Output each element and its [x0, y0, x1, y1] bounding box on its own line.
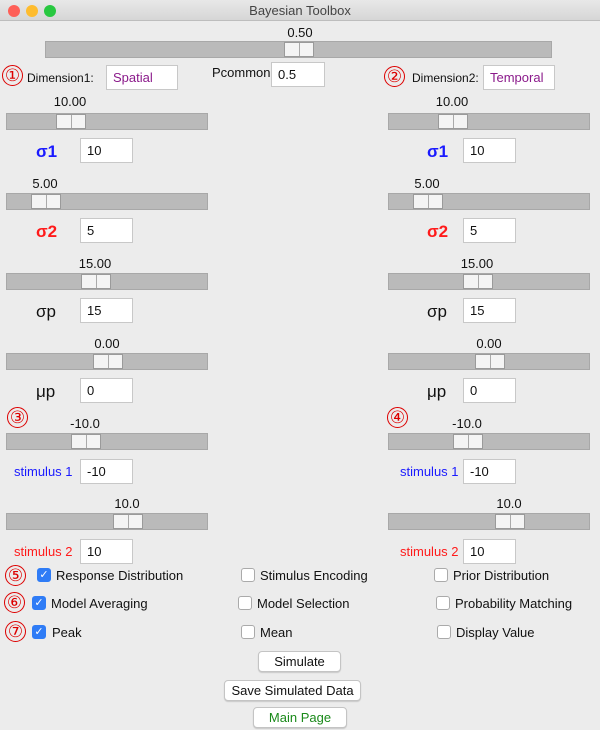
model-averaging-label: Model Averaging [51, 596, 148, 611]
stimulus2-input[interactable]: 10 [80, 539, 133, 564]
sigmap-slider[interactable] [6, 273, 208, 290]
sigmap-slider[interactable] [388, 273, 590, 290]
stimulus2-label: stimulus 2 [400, 544, 459, 559]
sigma2-label: σ2 [427, 222, 449, 241]
sigmap-input[interactable]: 15 [80, 298, 133, 323]
mup-slider-value: 0.00 [476, 336, 502, 351]
mup-slider[interactable] [388, 353, 590, 370]
sigma2-slider-value: 5.00 [32, 176, 58, 191]
slider-thumb[interactable] [475, 354, 505, 369]
marker-3: ③ [7, 407, 28, 428]
mean-label: Mean [260, 625, 293, 640]
slider-thumb[interactable] [81, 274, 111, 289]
slider-thumb[interactable] [93, 354, 123, 369]
sigma1-slider[interactable] [388, 113, 590, 130]
marker-6: ⑥ [4, 592, 25, 613]
simulate-button[interactable]: Simulate [258, 651, 341, 672]
sigmap-slider-value: 15.00 [78, 256, 112, 271]
stimulus1-slider[interactable] [6, 433, 208, 450]
sigma2-slider[interactable] [6, 193, 208, 210]
slider-thumb[interactable] [31, 194, 61, 209]
save-simulated-data-button[interactable]: Save Simulated Data [224, 680, 361, 701]
dimension1-column: 10.00 σ1 10 5.00 σ2 5 15.00 σp 15 0.00 μ… [0, 0, 220, 730]
mup-input[interactable]: 0 [80, 378, 133, 403]
model-selection-label: Model Selection [257, 596, 350, 611]
slider-thumb[interactable] [113, 514, 143, 529]
slider-thumb[interactable] [453, 434, 483, 449]
mup-slider[interactable] [6, 353, 208, 370]
sigma1-slider-value: 10.00 [53, 94, 87, 109]
mean-checkbox[interactable] [241, 625, 255, 639]
stimulus2-label: stimulus 2 [14, 544, 73, 559]
sigma2-slider[interactable] [388, 193, 590, 210]
slider-thumb[interactable] [495, 514, 525, 529]
probability-matching-checkbox[interactable] [436, 596, 450, 610]
peak-label: Peak [52, 625, 82, 640]
pcommon-input[interactable]: 0.5 [271, 62, 325, 87]
stimulus2-input[interactable]: 10 [463, 539, 516, 564]
stimulus1-slider-value: -10.0 [70, 416, 100, 431]
stimulus1-label: stimulus 1 [400, 464, 459, 479]
stimulus1-input[interactable]: -10 [463, 459, 516, 484]
sigma2-label: σ2 [36, 222, 58, 241]
prior-distribution-checkbox[interactable] [434, 568, 448, 582]
stimulus2-slider-value: 10.0 [496, 496, 522, 511]
probability-matching-label: Probability Matching [455, 596, 573, 611]
marker-7: ⑦ [5, 621, 26, 642]
sigmap-label: σp [427, 302, 447, 321]
display-value-label: Display Value [456, 625, 535, 640]
sigma1-label: σ1 [36, 142, 58, 161]
mup-label: μp [36, 382, 56, 401]
model-averaging-checkbox[interactable]: ✓ [32, 596, 46, 610]
stimulus2-slider[interactable] [6, 513, 208, 530]
sigma1-input[interactable]: 10 [463, 138, 516, 163]
stimulus2-slider[interactable] [388, 513, 590, 530]
slider-thumb[interactable] [56, 114, 86, 129]
slider-thumb[interactable] [438, 114, 468, 129]
slider-thumb[interactable] [463, 274, 493, 289]
mup-slider-value: 0.00 [94, 336, 120, 351]
response-distribution-label: Response Distribution [56, 568, 184, 583]
stimulus2-slider-value: 10.0 [114, 496, 140, 511]
stimulus1-slider-value: -10.0 [452, 416, 482, 431]
sigma1-input[interactable]: 10 [80, 138, 133, 163]
sigmap-input[interactable]: 15 [463, 298, 516, 323]
stimulus1-slider[interactable] [388, 433, 590, 450]
sigma2-input[interactable]: 5 [463, 218, 516, 243]
mup-input[interactable]: 0 [463, 378, 516, 403]
slider-thumb[interactable] [284, 42, 314, 57]
stimulus-encoding-checkbox[interactable] [241, 568, 255, 582]
prior-distribution-label: Prior Distribution [453, 568, 550, 583]
sigma1-slider[interactable] [6, 113, 208, 130]
sigma1-slider-value: 10.00 [435, 94, 469, 109]
sigmap-label: σp [36, 302, 56, 321]
sigma2-slider-value: 5.00 [414, 176, 440, 191]
stimulus1-label: stimulus 1 [14, 464, 73, 479]
slider-thumb[interactable] [413, 194, 443, 209]
dimension2-column: 10.00 σ1 10 5.00 σ2 5 15.00 σp 15 0.00 μ… [382, 0, 600, 730]
pcommon-label: Pcommon [212, 65, 271, 80]
sigmap-slider-value: 15.00 [460, 256, 494, 271]
marker-4: ④ [387, 407, 408, 428]
sigma1-label: σ1 [427, 142, 449, 161]
pcommon-slider-value: 0.50 [287, 25, 313, 40]
model-selection-checkbox[interactable] [238, 596, 252, 610]
stimulus1-input[interactable]: -10 [80, 459, 133, 484]
stimulus-encoding-label: Stimulus Encoding [260, 568, 368, 583]
display-value-checkbox[interactable] [437, 625, 451, 639]
marker-5: ⑤ [5, 565, 26, 586]
main-page-button[interactable]: Main Page [253, 707, 347, 728]
mup-label: μp [427, 382, 447, 401]
response-distribution-checkbox[interactable]: ✓ [37, 568, 51, 582]
sigma2-input[interactable]: 5 [80, 218, 133, 243]
peak-checkbox[interactable]: ✓ [32, 625, 46, 639]
slider-thumb[interactable] [71, 434, 101, 449]
